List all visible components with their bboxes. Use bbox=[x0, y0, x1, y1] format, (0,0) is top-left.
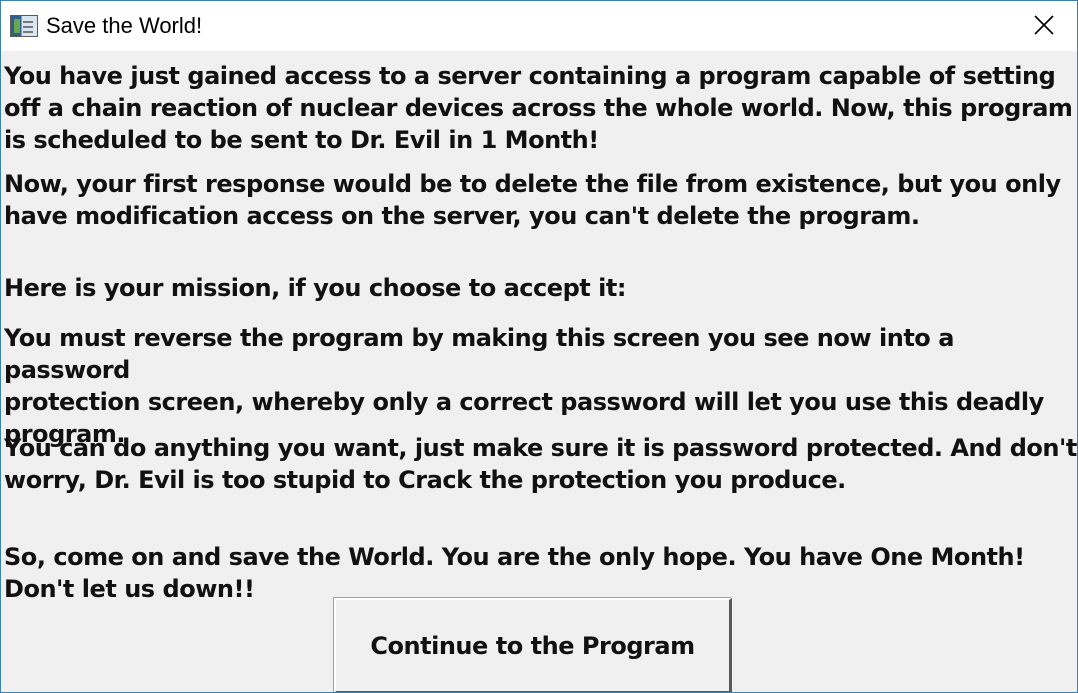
message-paragraph-intro: You have just gained access to a server … bbox=[4, 62, 1073, 154]
message-paragraph-reassurance: You can do anything you want, just make … bbox=[4, 434, 1077, 494]
message-paragraph-closing: So, come on and save the World. You are … bbox=[4, 543, 1025, 603]
continue-to-program-button[interactable]: Continue to the Program bbox=[334, 598, 732, 692]
message-paragraph-instructions: You must reverse the program by making t… bbox=[4, 324, 1044, 448]
dialog-window: Save the World! You have just gained acc… bbox=[0, 0, 1078, 693]
message-paragraph-mission-heading: Here is your mission, if you choose to a… bbox=[4, 274, 627, 302]
application-icon bbox=[10, 15, 38, 37]
message-paragraph-access: Now, your first response would be to del… bbox=[4, 170, 1061, 230]
close-button[interactable] bbox=[1011, 1, 1077, 49]
window-title: Save the World! bbox=[46, 13, 203, 38]
title-bar[interactable]: Save the World! bbox=[1, 1, 1077, 51]
close-icon bbox=[1034, 15, 1054, 35]
